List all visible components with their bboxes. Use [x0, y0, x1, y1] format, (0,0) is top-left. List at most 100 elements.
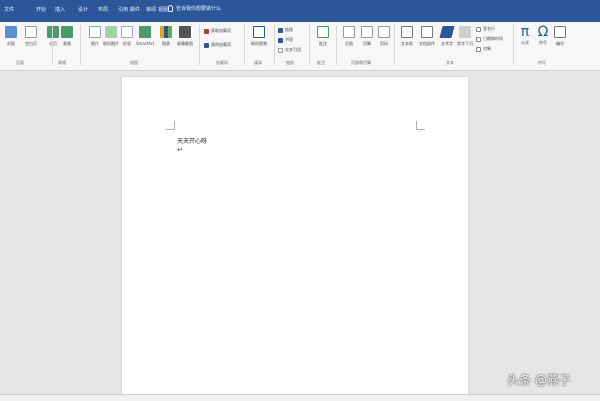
tell-me-search[interactable]: 告诉我你想要做什么 [168, 5, 221, 12]
text-box-icon [401, 26, 413, 38]
tab-references[interactable]: 引用 [118, 6, 128, 13]
numbering-button[interactable]: 编号 [549, 24, 571, 54]
tab-view[interactable]: 视图 [158, 6, 168, 13]
group-label-links: 链接 [286, 60, 294, 65]
footer-icon [361, 26, 373, 38]
small-label: 日期和时间 [483, 36, 503, 41]
bookmark-icon [278, 37, 283, 43]
group-label-addins: 加载项 [216, 60, 228, 65]
tab-home[interactable]: 开始 [36, 6, 46, 13]
margin-marker-top-left [166, 121, 175, 130]
group-label-tables: 表格 [58, 60, 66, 65]
group-label-text: 文本 [446, 60, 454, 65]
tab-review[interactable]: 审阅 [146, 6, 156, 13]
bookmark-button[interactable]: 书签 [278, 37, 293, 43]
get-addins-button[interactable]: 获取加载项 [204, 28, 231, 34]
small-label: 链接 [285, 27, 293, 32]
text-box-button[interactable]: 文本框 [396, 24, 418, 54]
tab-file[interactable]: 文件 [4, 6, 14, 13]
divider [336, 25, 337, 65]
object-icon [476, 46, 481, 52]
button-label: 艺术字 [441, 41, 453, 46]
tell-me-text: 告诉我你想要做什么 [176, 6, 222, 12]
chart-icon [160, 26, 172, 38]
drop-cap-icon [459, 26, 471, 38]
button-label: 页脚 [363, 41, 371, 46]
divider [52, 25, 53, 65]
ribbon: 封面 空白页 分页 页面 表格 表格 图片 联机图片 形状 SmartArt 图… [0, 22, 600, 71]
group-label-header-footer: 页眉和页脚 [351, 60, 371, 65]
numbering-icon [554, 26, 566, 38]
button-label: 文档部件 [419, 41, 435, 46]
header-icon [343, 26, 355, 38]
my-addins-button[interactable]: 我的加载项 [204, 42, 231, 48]
button-label: SmartArt [135, 41, 155, 46]
small-label: 对象 [483, 46, 491, 51]
wordart-icon [439, 26, 455, 38]
tab-design[interactable]: 设计 [78, 6, 88, 13]
small-label: 交叉引用 [285, 47, 301, 52]
button-label: 图表 [162, 41, 170, 46]
object-button[interactable]: 对象 [476, 46, 491, 52]
divider [274, 25, 275, 65]
comment-icon [317, 26, 329, 38]
cross-reference-icon [278, 47, 283, 53]
quick-parts-button[interactable]: 文档部件 [416, 24, 438, 54]
tab-mailings[interactable]: 邮件 [130, 6, 140, 13]
small-label: 获取加载项 [211, 28, 231, 33]
online-video-button[interactable]: 联机视频 [248, 24, 270, 54]
group-label-illustrations: 插图 [130, 60, 138, 65]
shapes-icon [121, 26, 133, 38]
tab-insert[interactable]: 插入 [55, 6, 65, 13]
link-icon [278, 27, 283, 33]
screenshot-button[interactable]: 屏幕截图 [174, 24, 196, 54]
document-text-line[interactable]: 天天开心呀 [177, 136, 207, 145]
smartart-button[interactable]: SmartArt [134, 24, 156, 54]
small-label: 签名行 [483, 26, 495, 31]
drop-cap-button[interactable]: 首字下沉 [454, 24, 476, 54]
button-label: 形状 [123, 41, 131, 46]
button-label: 页码 [380, 41, 388, 46]
group-label-media: 媒体 [254, 60, 262, 65]
button-label: 首字下沉 [457, 41, 473, 46]
divider [80, 25, 81, 65]
video-icon [253, 26, 265, 38]
page-number-icon [378, 26, 390, 38]
date-time-button[interactable]: 日期和时间 [476, 36, 503, 42]
ribbon-tab-bar: 文件 开始 插入 设计 布局 引用 邮件 审阅 视图 告诉我你想要做什么 [0, 0, 600, 22]
button-label: 封面 [7, 41, 15, 46]
small-label: 我的加载项 [211, 42, 231, 47]
button-label: 批注 [319, 41, 327, 46]
button-label: 联机视频 [251, 41, 267, 46]
signature-line-button[interactable]: 签名行 [476, 26, 495, 32]
button-label: 公式 [521, 40, 529, 45]
tab-layout[interactable]: 布局 [98, 6, 108, 13]
group-label-symbols: 符号 [538, 60, 546, 65]
comment-button[interactable]: 批注 [312, 24, 334, 54]
calendar-icon [476, 36, 481, 42]
blank-page-button[interactable]: 空白页 [20, 24, 42, 54]
button-label: 表格 [63, 41, 71, 46]
button-label: 文本框 [401, 41, 413, 46]
button-label: 页眉 [345, 41, 353, 46]
table-icon [61, 26, 73, 38]
paragraph-mark-icon: ↵ [177, 146, 183, 154]
watermark: 头条 @燕子 [507, 373, 571, 387]
group-label-pages: 页面 [16, 60, 24, 65]
page-number-button[interactable]: 页码 [373, 24, 395, 54]
button-label: 屏幕截图 [177, 41, 193, 46]
button-label: 空白页 [25, 41, 37, 46]
pi-icon: π [520, 24, 530, 40]
cover-page-icon [5, 26, 17, 38]
group-label-comments: 批注 [317, 60, 325, 65]
table-button[interactable]: 表格 [56, 24, 78, 54]
lightbulb-icon [168, 5, 173, 12]
link-button[interactable]: 链接 [278, 27, 293, 33]
cross-reference-button[interactable]: 交叉引用 [278, 47, 301, 53]
document-canvas[interactable]: 天天开心呀 ↵ [0, 71, 600, 399]
cover-page-button[interactable]: 封面 [0, 24, 22, 54]
margin-marker-top-right [416, 121, 425, 130]
document-page[interactable]: 天天开心呀 ↵ [122, 77, 468, 399]
store-icon [204, 28, 209, 34]
signature-icon [476, 26, 481, 32]
